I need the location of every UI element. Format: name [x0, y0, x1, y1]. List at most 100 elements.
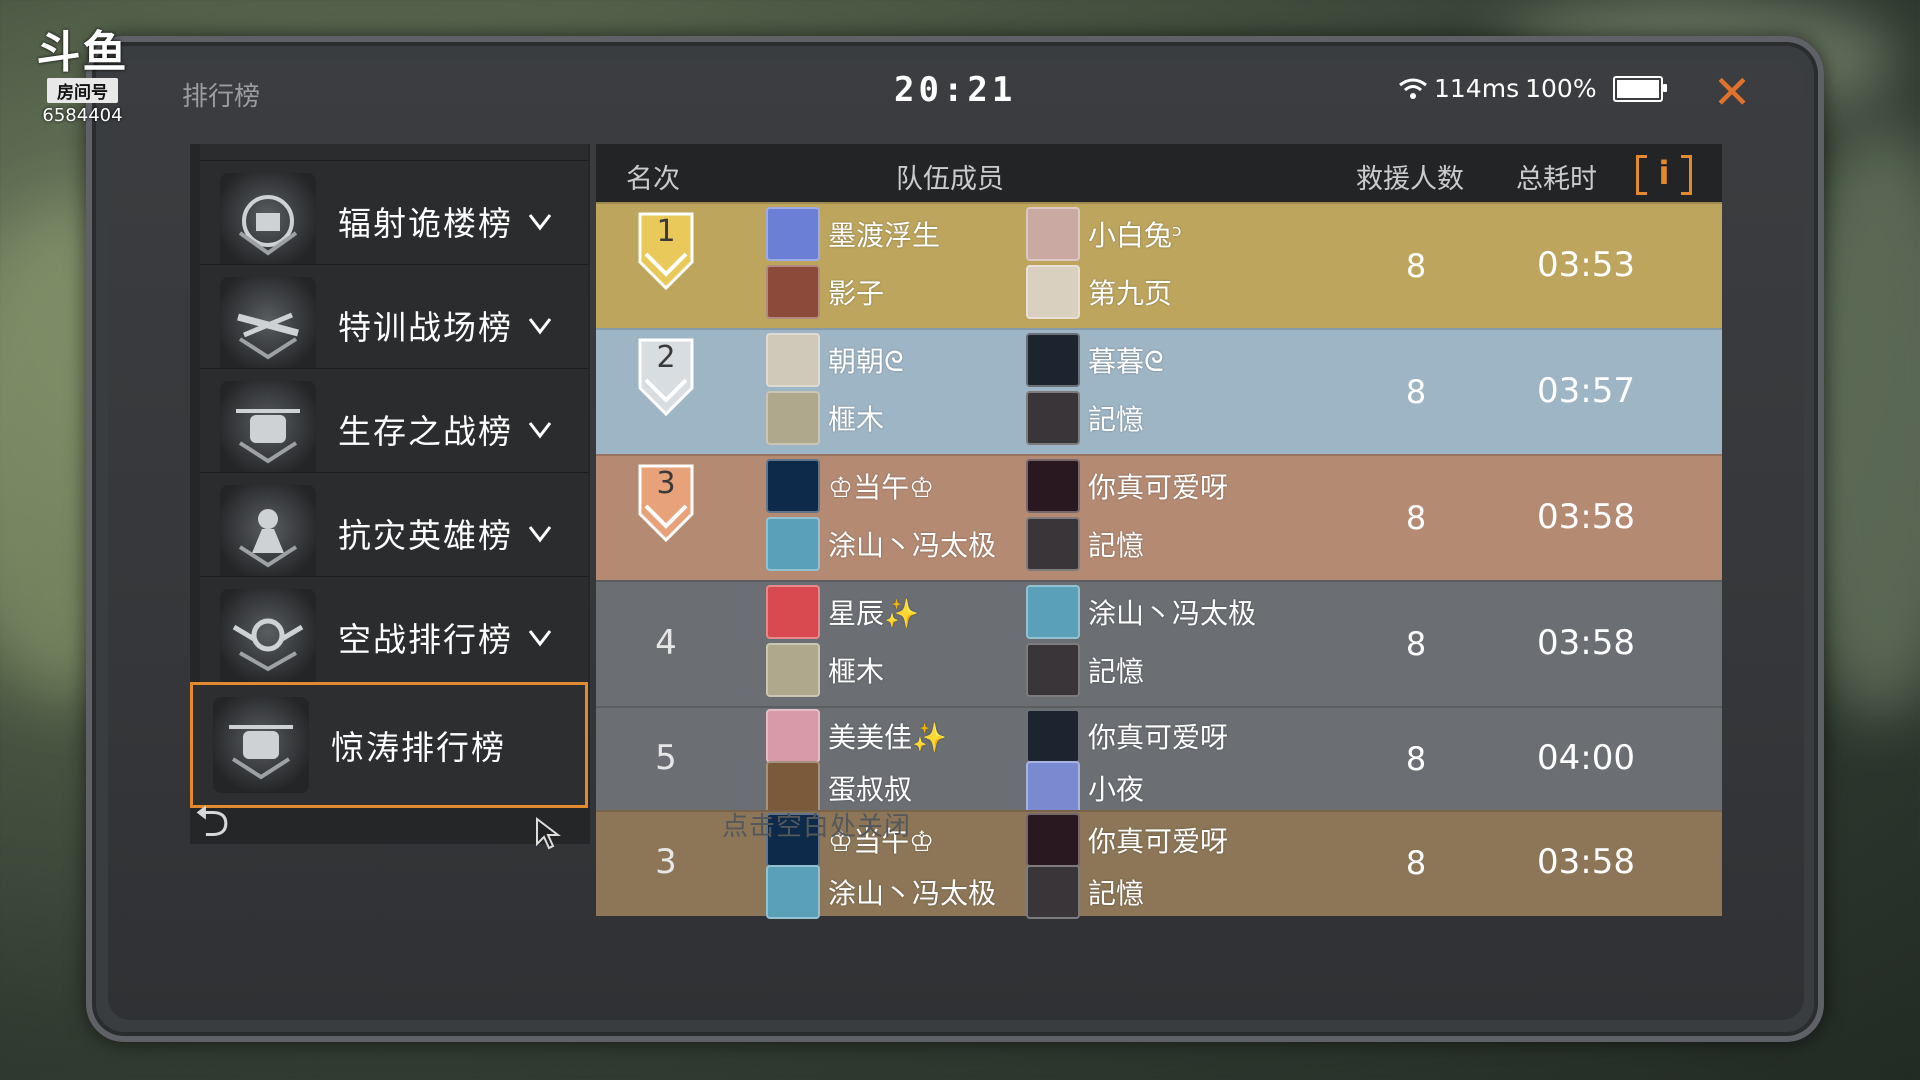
- category-sidebar: 辐射诡楼榜特训战场榜生存之战榜抗灾英雄榜空战排行榜惊涛排行榜: [190, 144, 590, 844]
- total-time: 03:57: [1537, 371, 1635, 411]
- avatar: [1026, 709, 1080, 763]
- sidebar-item[interactable]: 辐射诡楼榜: [200, 160, 588, 281]
- team-member[interactable]: 美美佳✨: [766, 708, 947, 764]
- avatar: [766, 391, 820, 445]
- team-member[interactable]: 第九页: [1026, 264, 1172, 320]
- info-icon[interactable]: i: [1636, 151, 1692, 195]
- page-title: 排行榜: [182, 82, 261, 112]
- table-row: 3 ♔当午♔ 你真可爱呀 涂山丶冯太极 記憶 8 03:58: [596, 454, 1722, 582]
- rank-number: 1: [656, 214, 676, 249]
- team-member[interactable]: 影子: [766, 264, 884, 320]
- rescue-count: 8: [1405, 625, 1427, 663]
- battery-fill: [1616, 79, 1659, 98]
- member-name: 記憶: [1088, 655, 1145, 688]
- table-header: 名次 队伍成员 救援人数 总耗时 i: [596, 144, 1722, 202]
- rescue-count: 8: [1405, 373, 1427, 411]
- radiation-emblem-icon: [220, 173, 316, 269]
- chevron-down-icon: [528, 630, 552, 647]
- avatar: [1026, 865, 1080, 919]
- table-row: 5 美美佳✨ 你真可爱呀 蛋叔叔 小夜 8 04:00: [596, 706, 1722, 815]
- status-bar: 114ms 100%: [1398, 74, 1667, 103]
- sniper-emblem-icon: [220, 277, 316, 373]
- member-name: 墨渡浮生: [828, 219, 941, 252]
- sidebar-item[interactable]: 生存之战榜: [200, 368, 588, 489]
- rank-number: 4: [655, 623, 677, 663]
- sidebar-item-label: 空战排行榜: [338, 620, 513, 659]
- member-name: 記憶: [1088, 877, 1145, 910]
- member-name: 涂山丶冯太极: [828, 877, 997, 910]
- member-name: ♔当午♔: [828, 471, 935, 504]
- member-name: 涂山丶冯太极: [1088, 597, 1257, 630]
- chevron-down-icon: [528, 214, 552, 231]
- team-member[interactable]: 記憶: [1026, 390, 1144, 446]
- member-name: 星辰✨: [828, 597, 919, 630]
- total-time: 03:58: [1537, 623, 1635, 663]
- team-member[interactable]: 你真可爱呀: [1026, 812, 1228, 868]
- sidebar-scroll-stub: [200, 144, 588, 160]
- table-row: 2 朝朝ᘓ 暮暮ᘓ 榧木 記憶 8 03:57: [596, 328, 1722, 456]
- team-member[interactable]: 涂山丶冯太极: [1026, 584, 1256, 640]
- header-members: 队伍成员: [896, 164, 1004, 195]
- leaderboard-panel: 排行榜 20:21 114ms 100% ✕ 辐射诡楼榜 特训战场榜 生存之战榜 抗灾…: [108, 60, 1804, 1020]
- sidebar-item-label: 特训战场榜: [338, 308, 513, 347]
- team-member[interactable]: 你真可爱呀: [1026, 708, 1228, 764]
- member-name: 涂山丶冯太极: [828, 529, 997, 562]
- rank-number: 3: [656, 466, 676, 501]
- rank-number: 3: [655, 842, 677, 882]
- team-member[interactable]: 小白兔ᵓ: [1026, 206, 1182, 262]
- avatar: [1026, 333, 1080, 387]
- close-button[interactable]: ✕: [1708, 68, 1756, 116]
- team-member[interactable]: 記憶: [1026, 864, 1144, 920]
- team-member[interactable]: 記憶: [1026, 516, 1144, 572]
- team-member[interactable]: 墨渡浮生: [766, 206, 940, 262]
- avatar: [1026, 517, 1080, 571]
- total-time: 03:58: [1537, 842, 1635, 882]
- close-hint: 点击空白处关闭: [722, 812, 912, 842]
- team-member[interactable]: 朝朝ᘓ: [766, 332, 904, 388]
- avatar: [766, 333, 820, 387]
- rescue-count: 8: [1405, 740, 1427, 778]
- team-member[interactable]: 小夜: [1026, 760, 1144, 816]
- avatar: [766, 709, 820, 763]
- back-arrow-icon: ⮌: [194, 796, 230, 847]
- avatar: [766, 643, 820, 697]
- team-member[interactable]: 榧木: [766, 642, 884, 698]
- member-name: 美美佳✨: [828, 721, 947, 754]
- team-member[interactable]: 榧木: [766, 390, 884, 446]
- watermark-room-label: 房间号: [47, 78, 118, 103]
- team-member[interactable]: 星辰✨: [766, 584, 919, 640]
- team-member[interactable]: ♔当午♔: [766, 458, 934, 514]
- rescue-count: 8: [1405, 247, 1427, 285]
- team-member[interactable]: 你真可爱呀: [1026, 458, 1228, 514]
- sidebar-item-label: 生存之战榜: [338, 412, 513, 451]
- helicopter-emblem-icon: [220, 381, 316, 477]
- avatar: [1026, 207, 1080, 261]
- back-button[interactable]: ⮌: [170, 790, 254, 854]
- avatar: [766, 207, 820, 261]
- avatar: [1026, 459, 1080, 513]
- watermark: 斗鱼 房间号 6584404: [30, 30, 135, 127]
- member-name: 蛋叔叔: [828, 773, 913, 806]
- sidebar-item[interactable]: 空战排行榜: [200, 576, 588, 697]
- sidebar-item[interactable]: 特训战场榜: [200, 264, 588, 385]
- total-time: 03:53: [1537, 245, 1635, 285]
- member-name: 暮暮ᘓ: [1088, 345, 1164, 378]
- sidebar-item[interactable]: 抗灾英雄榜: [200, 472, 588, 593]
- team-member[interactable]: 涂山丶冯太极: [766, 516, 996, 572]
- header-rescues: 救援人数: [1356, 164, 1464, 195]
- member-name: 你真可爱呀: [1088, 471, 1229, 504]
- member-name: 榧木: [828, 655, 885, 688]
- sidebar-item-label: 惊涛排行榜: [331, 728, 506, 767]
- team-member[interactable]: 暮暮ᘓ: [1026, 332, 1164, 388]
- helicopter-emblem-icon: [213, 697, 309, 793]
- team-member[interactable]: 涂山丶冯太极: [766, 864, 996, 920]
- total-time: 04:00: [1537, 738, 1635, 778]
- avatar: [766, 585, 820, 639]
- member-name: 榧木: [828, 403, 885, 436]
- team-member[interactable]: 記憶: [1026, 642, 1144, 698]
- ping-text: 114ms: [1434, 74, 1520, 103]
- member-name: 朝朝ᘓ: [828, 345, 904, 378]
- member-name: 第九页: [1088, 277, 1173, 310]
- sidebar-item-label: 辐射诡楼榜: [338, 204, 513, 243]
- member-name: 影子: [828, 277, 885, 310]
